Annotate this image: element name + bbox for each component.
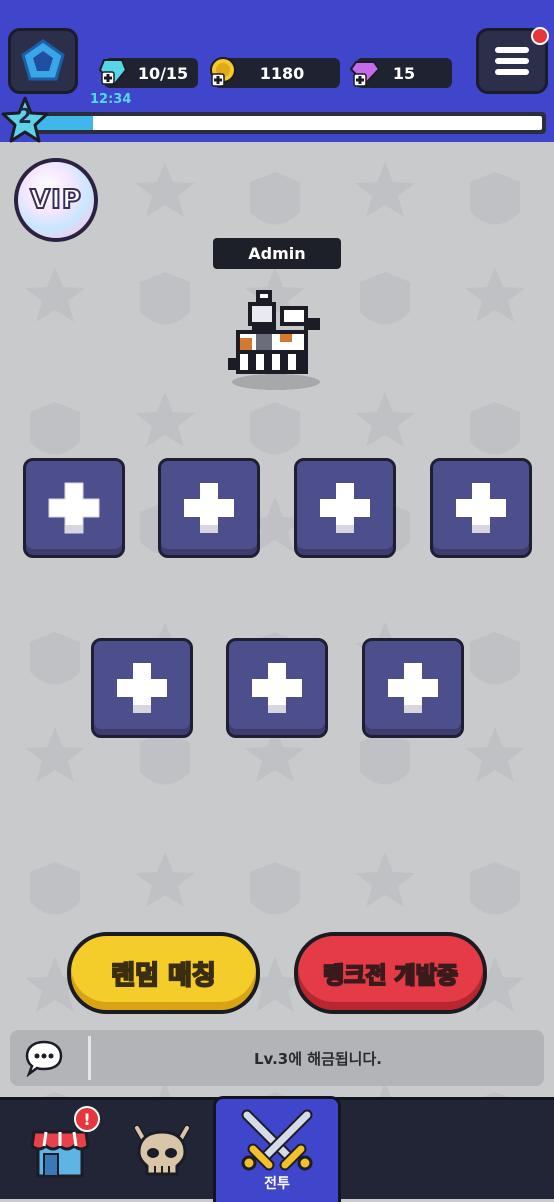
gold-value: 1180 (259, 63, 305, 83)
random-match-label: 랜덤 매칭 (110, 960, 217, 992)
random-match-button[interactable]: 랜덤 매칭 (67, 932, 260, 1014)
ranked-match-button[interactable]: 랭크전 개발중 (294, 932, 487, 1014)
energy-timer: 12:34 (90, 92, 132, 107)
menu-button[interactable] (476, 27, 549, 94)
chat-message: Lv.3에 해금됩니다. (254, 1049, 382, 1068)
plus-icon (252, 663, 302, 713)
tab-shop[interactable]: ! (10, 1100, 110, 1202)
plus-icon (117, 663, 167, 713)
xp-bar (28, 112, 546, 134)
gem-counter[interactable]: 15 (350, 58, 452, 88)
plus-icon (48, 482, 100, 534)
crossed-swords-icon (241, 1109, 313, 1170)
ranked-match-label: 랭크전 개발중 (322, 962, 459, 990)
gem-value: 15 (392, 63, 416, 83)
gold-counter[interactable]: 1180 (210, 57, 340, 88)
tab-battle-label: 전투 (264, 1175, 290, 1192)
tab-battle[interactable]: 전투 (213, 1096, 341, 1202)
shop-notification-badge: ! (74, 1106, 100, 1132)
player-level: 2 (18, 104, 32, 128)
profile-gem-button[interactable] (8, 28, 78, 94)
plus-icon (388, 663, 438, 713)
notification-dot (531, 27, 549, 45)
plus-icon (184, 483, 234, 533)
hamburger-menu-icon (495, 47, 529, 75)
chat-bubble-icon (25, 1040, 63, 1077)
add-character-slot-5[interactable] (91, 638, 193, 738)
skull-icon (133, 1124, 191, 1176)
bottom-tab-bar: ! 전투 (0, 1096, 554, 1202)
add-character-slot-4[interactable] (430, 458, 532, 558)
player-name: Admin (213, 238, 341, 269)
top-bar: 10/15 1180 15 12:34 2 (0, 0, 554, 143)
chat-divider (88, 1036, 91, 1080)
plus-icon (456, 483, 506, 533)
add-character-slot-1[interactable] (23, 458, 125, 558)
chat-bar[interactable]: Lv.3에 해금됩니다. (10, 1030, 544, 1086)
add-character-slot-6[interactable] (226, 638, 328, 738)
vip-button[interactable]: VIP (14, 158, 98, 242)
energy-plus-icon (98, 59, 128, 88)
energy-counter[interactable]: 10/15 (98, 58, 198, 88)
character-sprite (228, 290, 320, 390)
add-character-slot-7[interactable] (362, 638, 464, 738)
gem-pentagon-icon (21, 39, 65, 81)
vip-label: VIP (29, 184, 82, 216)
energy-value: 10/15 (137, 63, 189, 83)
tab-collection[interactable] (112, 1100, 212, 1202)
plus-icon (320, 483, 370, 533)
add-character-slot-3[interactable] (294, 458, 396, 558)
add-character-slot-2[interactable] (158, 458, 260, 558)
